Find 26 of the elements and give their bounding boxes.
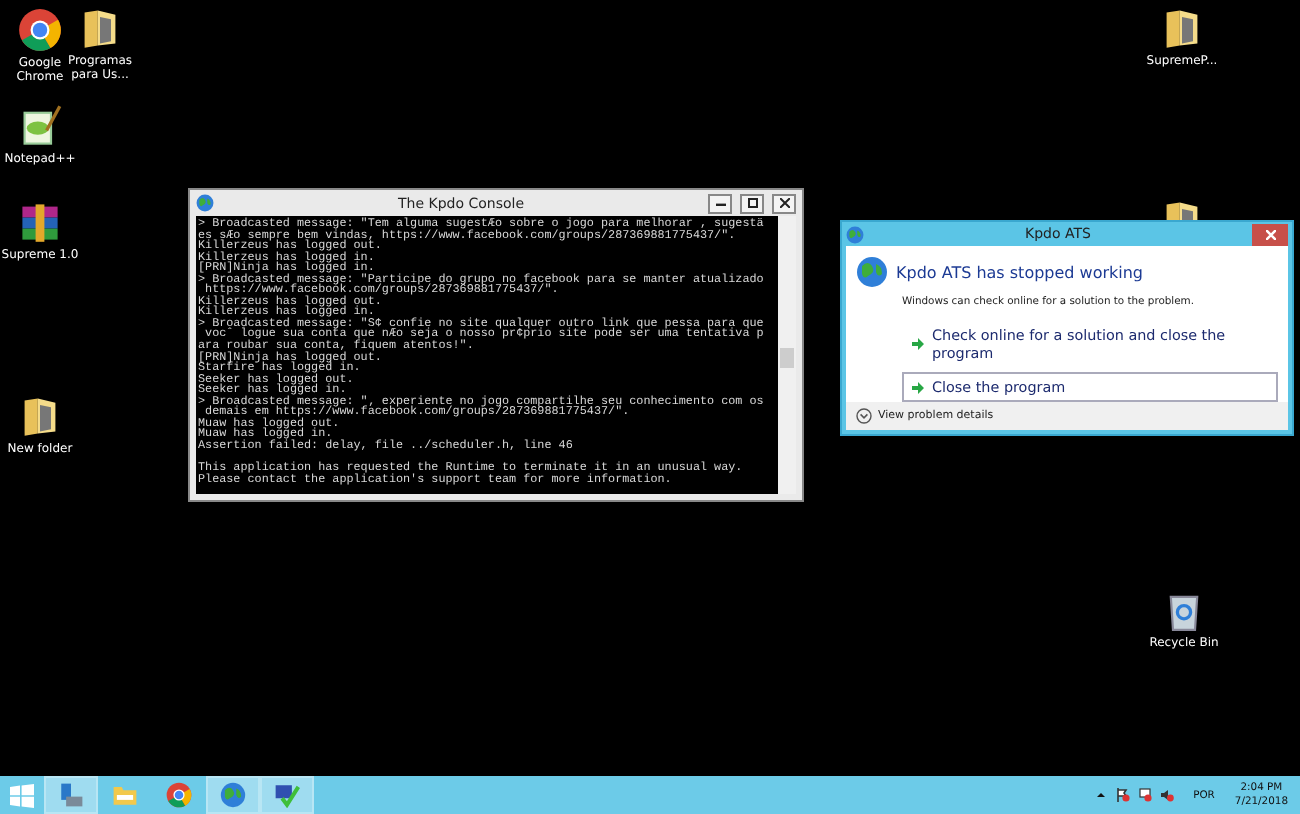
network-icon[interactable] [1137,788,1152,802]
chevron-icon[interactable] [856,408,872,425]
arrow-icon [912,338,924,351]
archive-icon [18,200,62,244]
windows-logo-icon [10,783,34,807]
maximize-button[interactable] [740,193,764,213]
minimize-button[interactable] [708,193,732,213]
scrollbar[interactable] [778,216,796,494]
notepad-icon [18,104,62,148]
globe-icon [196,194,214,212]
chrome-icon [18,8,62,52]
arrow-icon [912,381,924,394]
speaker-icon[interactable] [1159,788,1174,802]
globe-icon [856,256,888,289]
globe-icon[interactable] [206,776,260,814]
caret-icon[interactable] [1093,788,1108,802]
app-icon [846,225,864,244]
close-icon [779,198,789,208]
dialog-heading: Kpdo ATS has stopped working [896,263,1144,282]
flag-icon[interactable] [1115,788,1130,802]
checkmark-icon[interactable] [260,776,314,814]
close-icon [1265,229,1275,240]
server-icon[interactable] [44,776,98,814]
close-button[interactable] [772,193,796,213]
minimize-icon [715,201,725,205]
maximize-icon [747,198,757,208]
